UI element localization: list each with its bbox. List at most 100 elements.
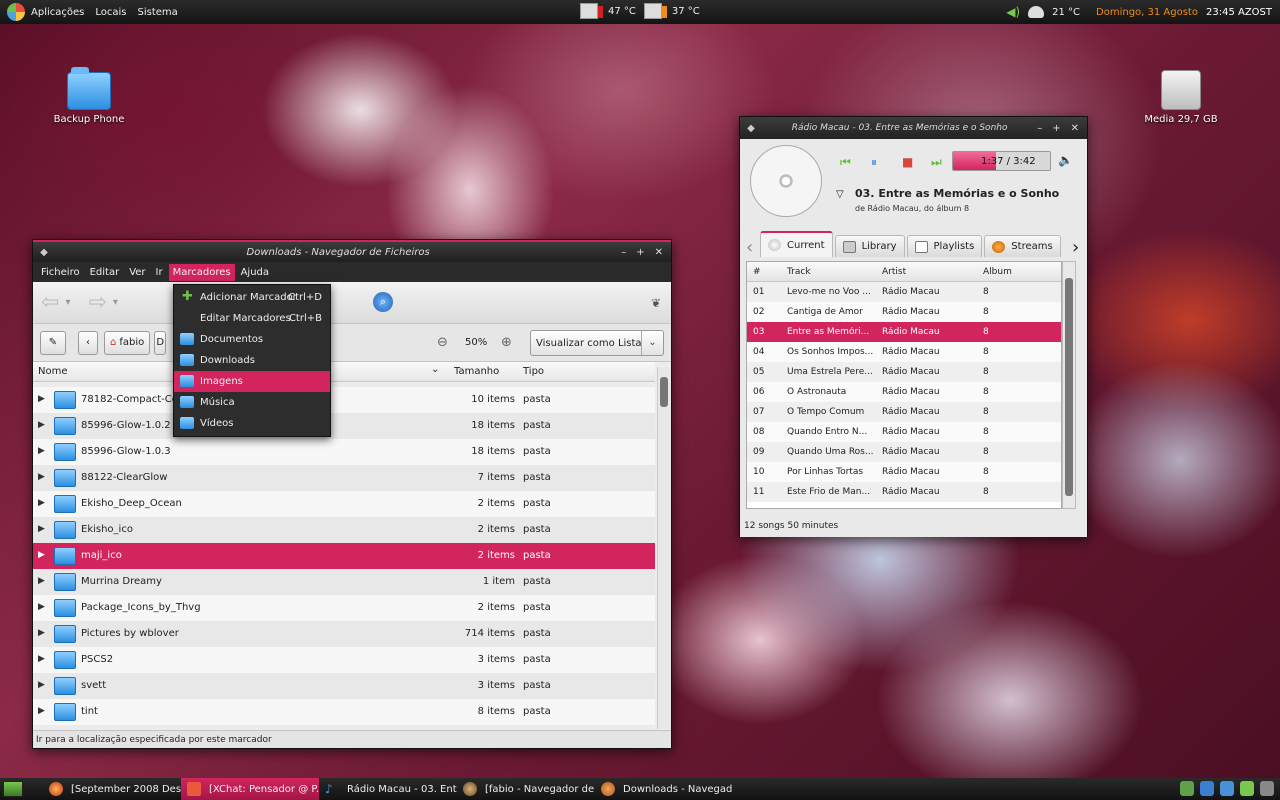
expander-icon[interactable]: ▶	[38, 498, 45, 508]
minimize-button[interactable]: –	[621, 247, 626, 258]
tab-playlists[interactable]: Playlists	[906, 235, 983, 257]
table-row-selected[interactable]: ▶ maji_ico 2 items pasta	[33, 543, 655, 569]
menu-item-documents[interactable]: Documentos	[174, 329, 330, 350]
col-size[interactable]: Tamanho	[454, 366, 499, 377]
track-row[interactable]: 08 Quando Entro N... Rádio Macau 8	[747, 422, 1061, 442]
table-row[interactable]: ▶ svett 3 items pasta	[33, 673, 655, 699]
menu-item-add-bookmark[interactable]: ✚ Adicionar Marcador Ctrl+D	[174, 287, 330, 308]
col-name[interactable]: Nome	[38, 366, 68, 377]
scrollbar-thumb[interactable]	[1065, 278, 1073, 496]
tab-current[interactable]: Current	[760, 231, 833, 257]
zoom-in-icon[interactable]: ⊕	[501, 335, 512, 350]
date-label[interactable]: Domingo, 31 Agosto	[1096, 7, 1198, 18]
clock-label[interactable]: 23:45 AZOST	[1206, 7, 1272, 18]
menu-item-downloads[interactable]: Downloads	[174, 350, 330, 371]
desktop-icon-media-drive[interactable]: Media 29,7 GB	[1136, 70, 1226, 125]
bluetooth-icon[interactable]	[1200, 781, 1214, 796]
track-row[interactable]: 10 Por Linhas Tortas Rádio Macau 8	[747, 462, 1061, 482]
edit-location-button[interactable]: ✎	[40, 330, 66, 355]
trash-icon[interactable]	[1260, 781, 1274, 796]
file-manager-titlebar[interactable]: ◆ Downloads - Navegador de Ficheiros – +…	[33, 240, 671, 262]
expander-icon[interactable]: ▶	[38, 394, 45, 404]
menu-file[interactable]: Ficheiro	[37, 264, 84, 281]
expander-icon[interactable]: ▶	[38, 654, 45, 664]
task-music-player[interactable]: ♪ Rádio Macau - 03. Entr...	[319, 778, 457, 800]
track-row[interactable]: 06 O Astronauta Rádio Macau 8	[747, 382, 1061, 402]
tab-streams[interactable]: Streams	[984, 235, 1061, 257]
speaker-icon[interactable]: 🔈	[1058, 153, 1073, 167]
forward-history-icon[interactable]: ▾	[113, 297, 118, 308]
back-history-icon[interactable]: ▾	[65, 297, 70, 308]
next-track-icon[interactable]: ⏭	[931, 155, 942, 170]
minimize-button[interactable]: –	[1037, 123, 1042, 134]
track-row-selected[interactable]: 03 Entre as Memóri... Rádio Macau 8	[747, 322, 1061, 342]
menu-edit[interactable]: Editar	[86, 264, 124, 281]
menu-item-edit-bookmarks[interactable]: Editar Marcadores Ctrl+B	[174, 308, 330, 329]
window-menu-icon[interactable]: ◆	[33, 247, 55, 258]
menu-applications[interactable]: Aplicações	[31, 7, 84, 18]
music-player-titlebar[interactable]: ◆ Rádio Macau - 03. Entre as Memórias e …	[740, 117, 1087, 139]
menu-places[interactable]: Locais	[95, 7, 126, 18]
update-icon[interactable]	[1240, 781, 1254, 796]
col-type[interactable]: Tipo	[523, 366, 544, 377]
table-row[interactable]: ▶ 88122-ClearGlow 7 items pasta	[33, 465, 655, 491]
menu-item-music[interactable]: Música	[174, 392, 330, 413]
track-row[interactable]: 11 Este Frio de Man... Rádio Macau 8	[747, 482, 1061, 502]
track-row[interactable]: 09 Quando Uma Ros... Rádio Macau 8	[747, 442, 1061, 462]
expander-icon[interactable]: ▶	[38, 420, 45, 430]
task-file-manager-fabio[interactable]: [fabio - Navegador de ...	[457, 778, 595, 800]
desktop-icon-backup-phone[interactable]: Backup Phone	[44, 67, 134, 125]
col-artist[interactable]: Artist	[882, 267, 906, 277]
tab-library[interactable]: Library	[834, 235, 905, 257]
table-row[interactable]: ▶ tint 8 items pasta	[33, 699, 655, 725]
scrollbar-thumb[interactable]	[660, 377, 668, 407]
menu-help[interactable]: Ajuda	[237, 264, 273, 281]
pause-icon[interactable]: ⏸	[871, 155, 877, 170]
sort-chevron-icon[interactable]: ⌄	[431, 364, 439, 375]
expander-icon[interactable]: ▶	[38, 576, 45, 586]
track-scrollbar[interactable]	[1062, 261, 1076, 509]
menu-bookmarks[interactable]: Marcadores	[168, 263, 235, 281]
expander-icon[interactable]: ▶	[38, 628, 45, 638]
forward-arrow-icon[interactable]: ⇨	[88, 290, 106, 315]
col-track[interactable]: Track	[787, 267, 811, 277]
previous-track-icon[interactable]: ⏮	[840, 155, 851, 170]
track-row[interactable]: 07 O Tempo Comum Rádio Macau 8	[747, 402, 1061, 422]
menu-view[interactable]: Ver	[125, 264, 149, 281]
track-progress-bar[interactable]: 1:37 / 3:42	[952, 151, 1051, 171]
expander-icon[interactable]: ▶	[38, 446, 45, 456]
col-number[interactable]: #	[753, 267, 761, 277]
table-row[interactable]: ▶ Package_Icons_by_Thvg 2 items pasta	[33, 595, 655, 621]
maximize-button[interactable]: +	[636, 247, 644, 258]
task-file-manager-downloads[interactable]: Downloads - Navegad...	[595, 778, 733, 800]
table-row[interactable]: ▶ 85996-Glow-1.0.2 18 items pasta	[33, 413, 655, 439]
expand-triangle-icon[interactable]: ▽	[836, 189, 844, 200]
track-row[interactable]: 01 Levo-me no Voo ... Rádio Macau 8	[747, 282, 1061, 302]
weather-icon[interactable]	[1028, 6, 1045, 18]
close-button[interactable]: ✕	[655, 247, 663, 258]
menu-system[interactable]: Sistema	[138, 7, 178, 18]
task-xchat[interactable]: [XChat: Pensador @ P...	[181, 778, 319, 800]
table-row[interactable]: ▶ Ekisho_ico 2 items pasta	[33, 517, 655, 543]
table-row[interactable]: ▶ Murrina Dreamy 1 item pasta	[33, 569, 655, 595]
file-list-scrollbar[interactable]	[657, 367, 671, 729]
close-button[interactable]: ✕	[1071, 123, 1079, 134]
maximize-button[interactable]: +	[1052, 123, 1060, 134]
menu-logo-icon[interactable]	[7, 3, 25, 21]
table-row[interactable]: ▶ 78182-Compact-Colo 10 items pasta	[33, 387, 655, 413]
network-icon[interactable]	[1180, 781, 1194, 796]
table-row[interactable]: ▶ Pictures by wblover 714 items pasta	[33, 621, 655, 647]
menu-go[interactable]: Ir	[152, 264, 167, 281]
back-arrow-icon[interactable]: ⇦	[41, 290, 59, 315]
search-icon[interactable]: ⌕	[373, 292, 393, 312]
table-row[interactable]: ▶ 85996-Glow-1.0.3 18 items pasta	[33, 439, 655, 465]
table-row[interactable]: ▶ Ekisho_Deep_Ocean 2 items pasta	[33, 491, 655, 517]
view-mode-select[interactable]: Visualizar como Lista ⌄	[530, 330, 664, 356]
path-left-button[interactable]: ‹	[78, 330, 98, 355]
menu-item-videos[interactable]: Vídeos	[174, 413, 330, 434]
menu-item-images[interactable]: Imagens	[174, 371, 330, 392]
expander-icon[interactable]: ▶	[38, 524, 45, 534]
table-row[interactable]: ▶ PSCS2 3 items pasta	[33, 647, 655, 673]
volume-icon[interactable]: ◀)	[1006, 5, 1020, 19]
expander-icon[interactable]: ▶	[38, 472, 45, 482]
